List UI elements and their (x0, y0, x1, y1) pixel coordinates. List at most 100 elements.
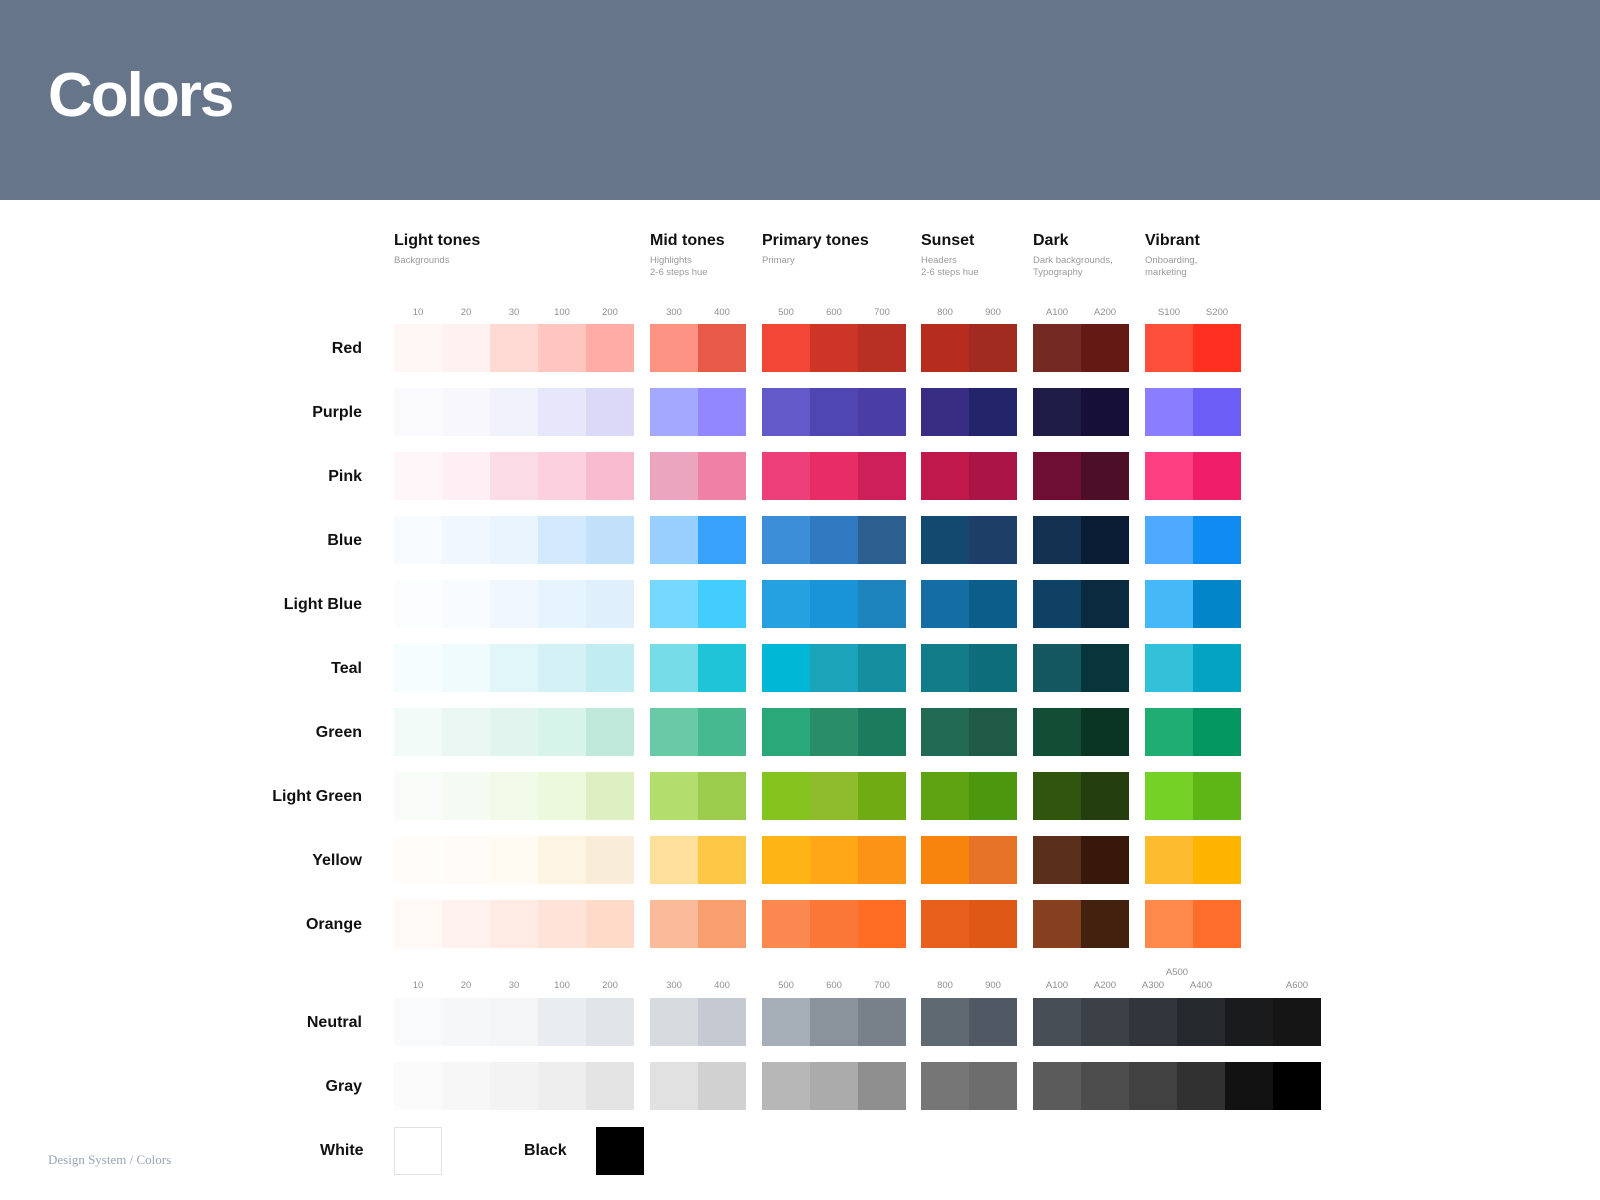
color-swatch[interactable] (858, 324, 906, 372)
color-swatch[interactable] (762, 836, 810, 884)
color-swatch[interactable] (442, 388, 490, 436)
color-swatch[interactable] (1081, 836, 1129, 884)
color-swatch[interactable] (1193, 708, 1241, 756)
color-swatch[interactable] (650, 836, 698, 884)
color-swatch[interactable] (586, 388, 634, 436)
color-swatch[interactable] (1081, 900, 1129, 948)
color-swatch[interactable] (810, 516, 858, 564)
color-swatch[interactable] (394, 580, 442, 628)
color-swatch[interactable] (810, 998, 858, 1046)
color-swatch[interactable] (538, 580, 586, 628)
color-swatch[interactable] (1193, 516, 1241, 564)
color-swatch[interactable] (762, 644, 810, 692)
color-swatch[interactable] (762, 772, 810, 820)
color-swatch[interactable] (1129, 998, 1177, 1046)
color-swatch[interactable] (1081, 708, 1129, 756)
color-swatch[interactable] (538, 388, 586, 436)
color-swatch[interactable] (442, 324, 490, 372)
swatch-black[interactable] (596, 1127, 644, 1175)
color-swatch[interactable] (1033, 836, 1081, 884)
color-swatch[interactable] (921, 644, 969, 692)
color-swatch[interactable] (810, 580, 858, 628)
color-swatch[interactable] (538, 516, 586, 564)
color-swatch[interactable] (1145, 708, 1193, 756)
color-swatch[interactable] (1145, 516, 1193, 564)
color-swatch[interactable] (586, 580, 634, 628)
color-swatch[interactable] (1145, 900, 1193, 948)
color-swatch[interactable] (538, 900, 586, 948)
color-swatch[interactable] (586, 644, 634, 692)
color-swatch[interactable] (538, 708, 586, 756)
color-swatch[interactable] (1145, 580, 1193, 628)
color-swatch[interactable] (762, 1062, 810, 1110)
color-swatch[interactable] (969, 708, 1017, 756)
color-swatch[interactable] (858, 452, 906, 500)
color-swatch[interactable] (1033, 580, 1081, 628)
color-swatch[interactable] (586, 836, 634, 884)
color-swatch[interactable] (698, 836, 746, 884)
color-swatch[interactable] (1081, 772, 1129, 820)
color-swatch[interactable] (810, 324, 858, 372)
color-swatch[interactable] (442, 516, 490, 564)
color-swatch[interactable] (442, 836, 490, 884)
color-swatch[interactable] (394, 772, 442, 820)
color-swatch[interactable] (442, 998, 490, 1046)
color-swatch[interactable] (762, 516, 810, 564)
color-swatch[interactable] (858, 836, 906, 884)
color-swatch[interactable] (762, 452, 810, 500)
color-swatch[interactable] (586, 708, 634, 756)
color-swatch[interactable] (969, 836, 1017, 884)
color-swatch[interactable] (394, 836, 442, 884)
color-swatch[interactable] (1193, 644, 1241, 692)
color-swatch[interactable] (1033, 324, 1081, 372)
color-swatch[interactable] (1177, 998, 1225, 1046)
color-swatch[interactable] (810, 388, 858, 436)
color-swatch[interactable] (969, 516, 1017, 564)
color-swatch[interactable] (650, 772, 698, 820)
color-swatch[interactable] (586, 324, 634, 372)
color-swatch[interactable] (394, 324, 442, 372)
color-swatch[interactable] (1081, 324, 1129, 372)
color-swatch[interactable] (1177, 1062, 1225, 1110)
color-swatch[interactable] (969, 772, 1017, 820)
color-swatch[interactable] (586, 452, 634, 500)
color-swatch[interactable] (1145, 452, 1193, 500)
color-swatch[interactable] (394, 900, 442, 948)
color-swatch[interactable] (1193, 772, 1241, 820)
color-swatch[interactable] (394, 516, 442, 564)
color-swatch[interactable] (858, 998, 906, 1046)
color-swatch[interactable] (1081, 580, 1129, 628)
color-swatch[interactable] (442, 900, 490, 948)
color-swatch[interactable] (969, 580, 1017, 628)
color-swatch[interactable] (698, 644, 746, 692)
color-swatch[interactable] (810, 452, 858, 500)
color-swatch[interactable] (442, 644, 490, 692)
color-swatch[interactable] (650, 900, 698, 948)
color-swatch[interactable] (969, 644, 1017, 692)
color-swatch[interactable] (858, 516, 906, 564)
color-swatch[interactable] (1033, 708, 1081, 756)
color-swatch[interactable] (490, 772, 538, 820)
color-swatch[interactable] (858, 388, 906, 436)
swatch-white[interactable] (394, 1127, 442, 1175)
color-swatch[interactable] (1033, 452, 1081, 500)
color-swatch[interactable] (538, 644, 586, 692)
color-swatch[interactable] (969, 324, 1017, 372)
color-swatch[interactable] (490, 998, 538, 1046)
color-swatch[interactable] (586, 998, 634, 1046)
color-swatch[interactable] (921, 388, 969, 436)
color-swatch[interactable] (969, 1062, 1017, 1110)
color-swatch[interactable] (1273, 1062, 1321, 1110)
color-swatch[interactable] (698, 772, 746, 820)
color-swatch[interactable] (762, 998, 810, 1046)
color-swatch[interactable] (490, 900, 538, 948)
color-swatch[interactable] (538, 836, 586, 884)
color-swatch[interactable] (858, 900, 906, 948)
color-swatch[interactable] (490, 1062, 538, 1110)
color-swatch[interactable] (698, 452, 746, 500)
color-swatch[interactable] (921, 580, 969, 628)
color-swatch[interactable] (858, 580, 906, 628)
color-swatch[interactable] (650, 998, 698, 1046)
color-swatch[interactable] (442, 708, 490, 756)
color-swatch[interactable] (921, 1062, 969, 1110)
